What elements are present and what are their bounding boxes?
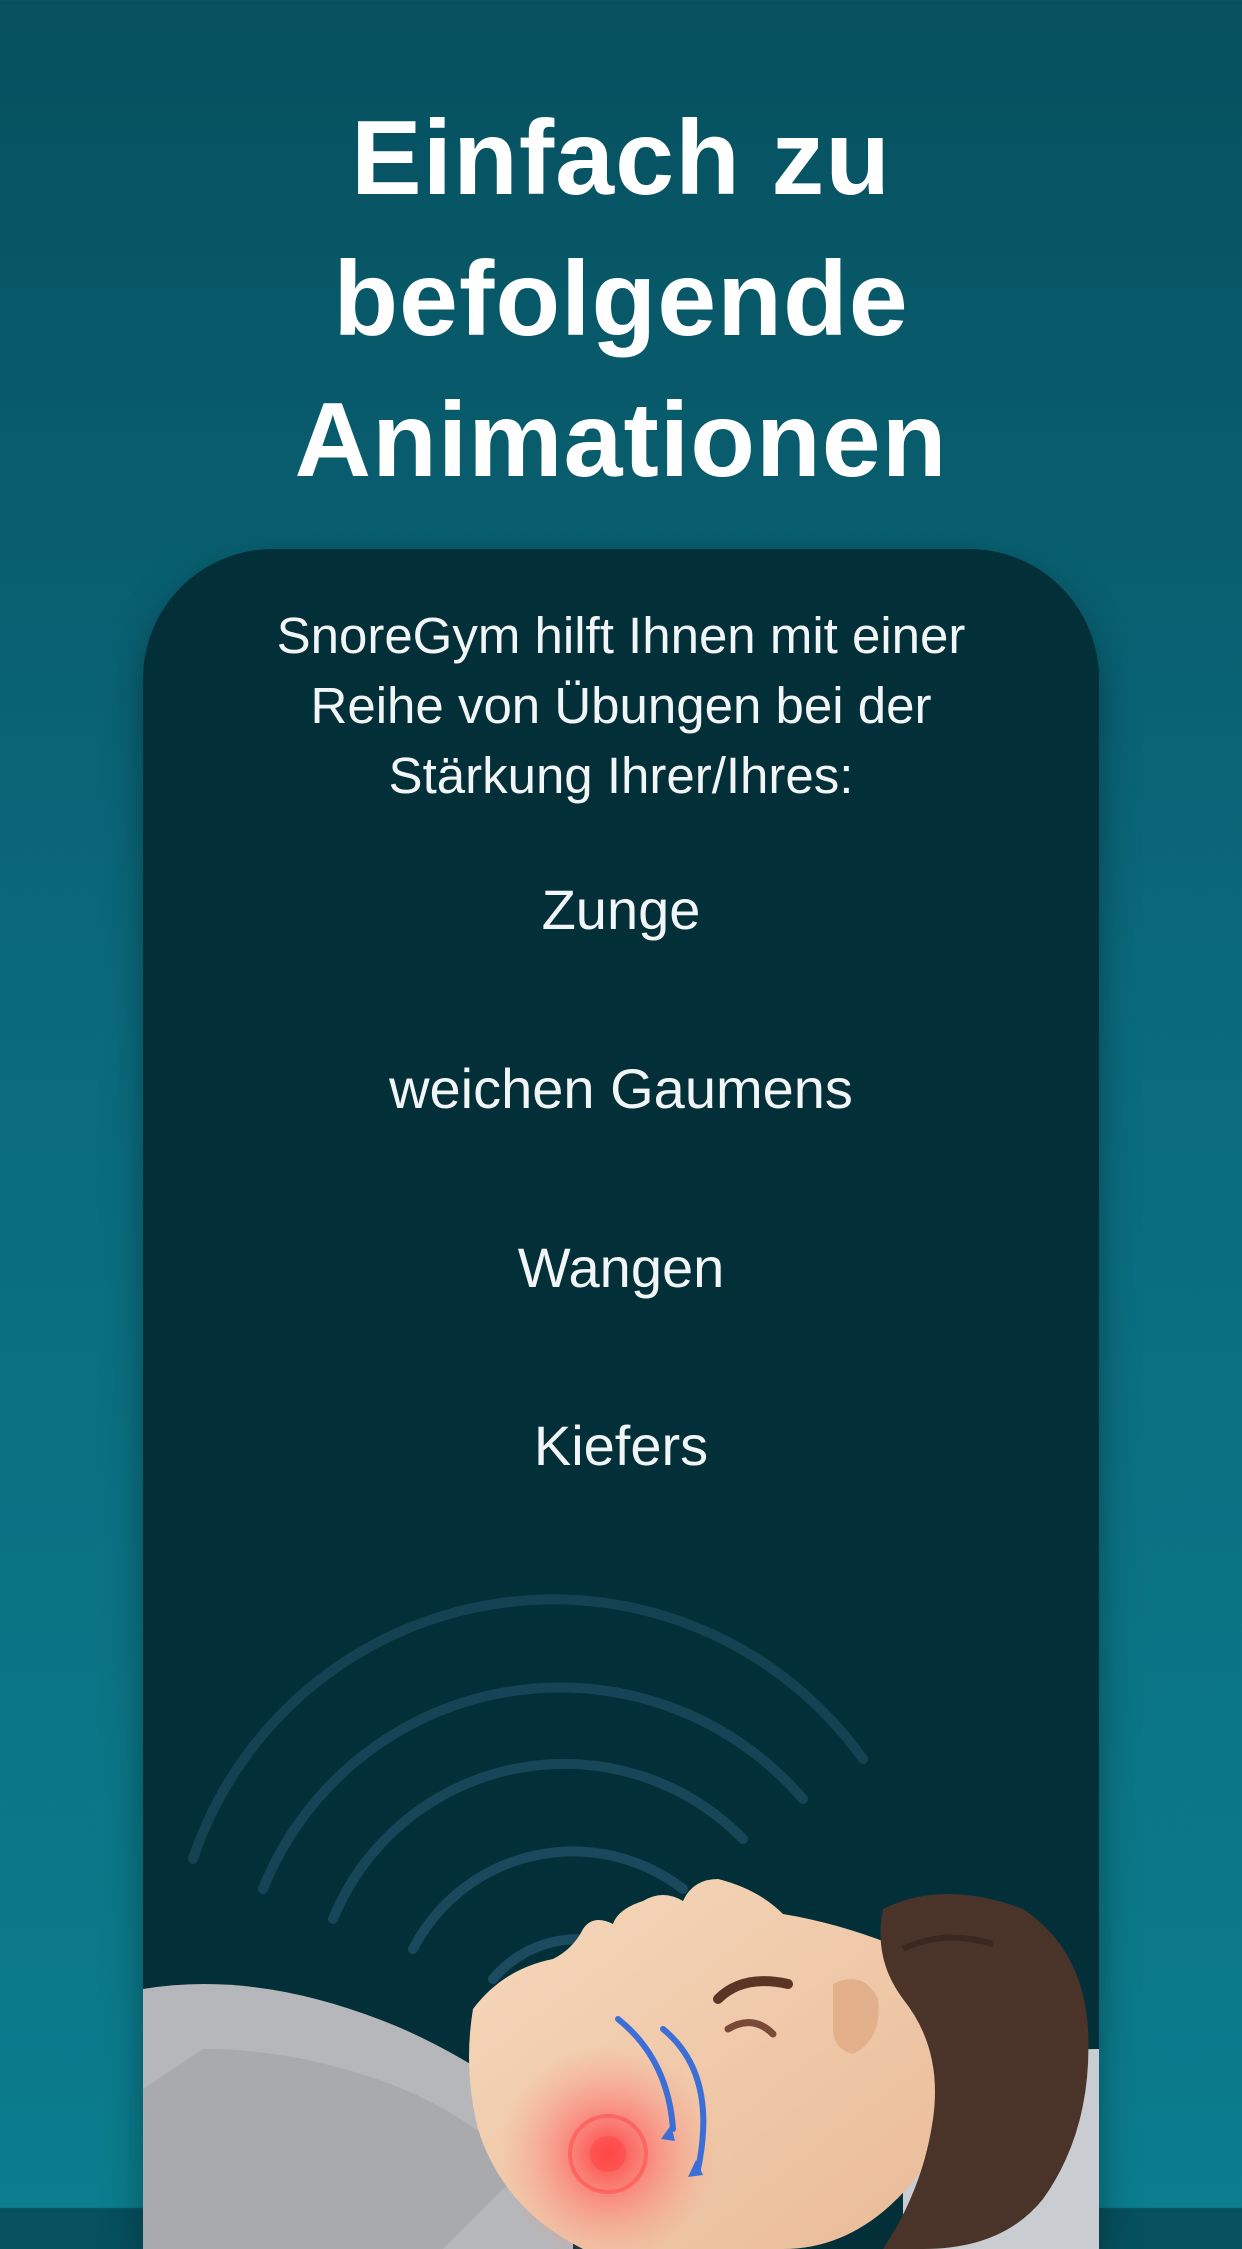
muscle-item-soft-palate: weichen Gaumens xyxy=(389,1057,853,1120)
headline-line-1: Einfach zu xyxy=(350,99,892,217)
muscle-item-jaw: Kiefers xyxy=(533,1414,709,1477)
intro-line-3: Stärkung Ihrer/Ihres: xyxy=(388,747,854,804)
intro-line-2: Reihe von Übungen bei der xyxy=(310,677,932,734)
phone-preview-card: SnoreGym hilft Ihnen mit einer Reihe von… xyxy=(143,549,1099,2249)
headline-line-2: befolgende xyxy=(333,240,909,358)
headline-line-3: Animationen xyxy=(294,381,948,499)
page-headline: Einfach zu befolgende Animationen xyxy=(0,88,1242,511)
muscle-item-tongue: Zunge xyxy=(541,878,701,941)
sleeping-person-throat-illustration xyxy=(143,1594,1099,2249)
intro-text: SnoreGym hilft Ihnen mit einer Reihe von… xyxy=(203,601,1039,811)
muscle-item-cheeks: Wangen xyxy=(517,1236,725,1299)
intro-line-1: SnoreGym hilft Ihnen mit einer xyxy=(276,607,966,664)
